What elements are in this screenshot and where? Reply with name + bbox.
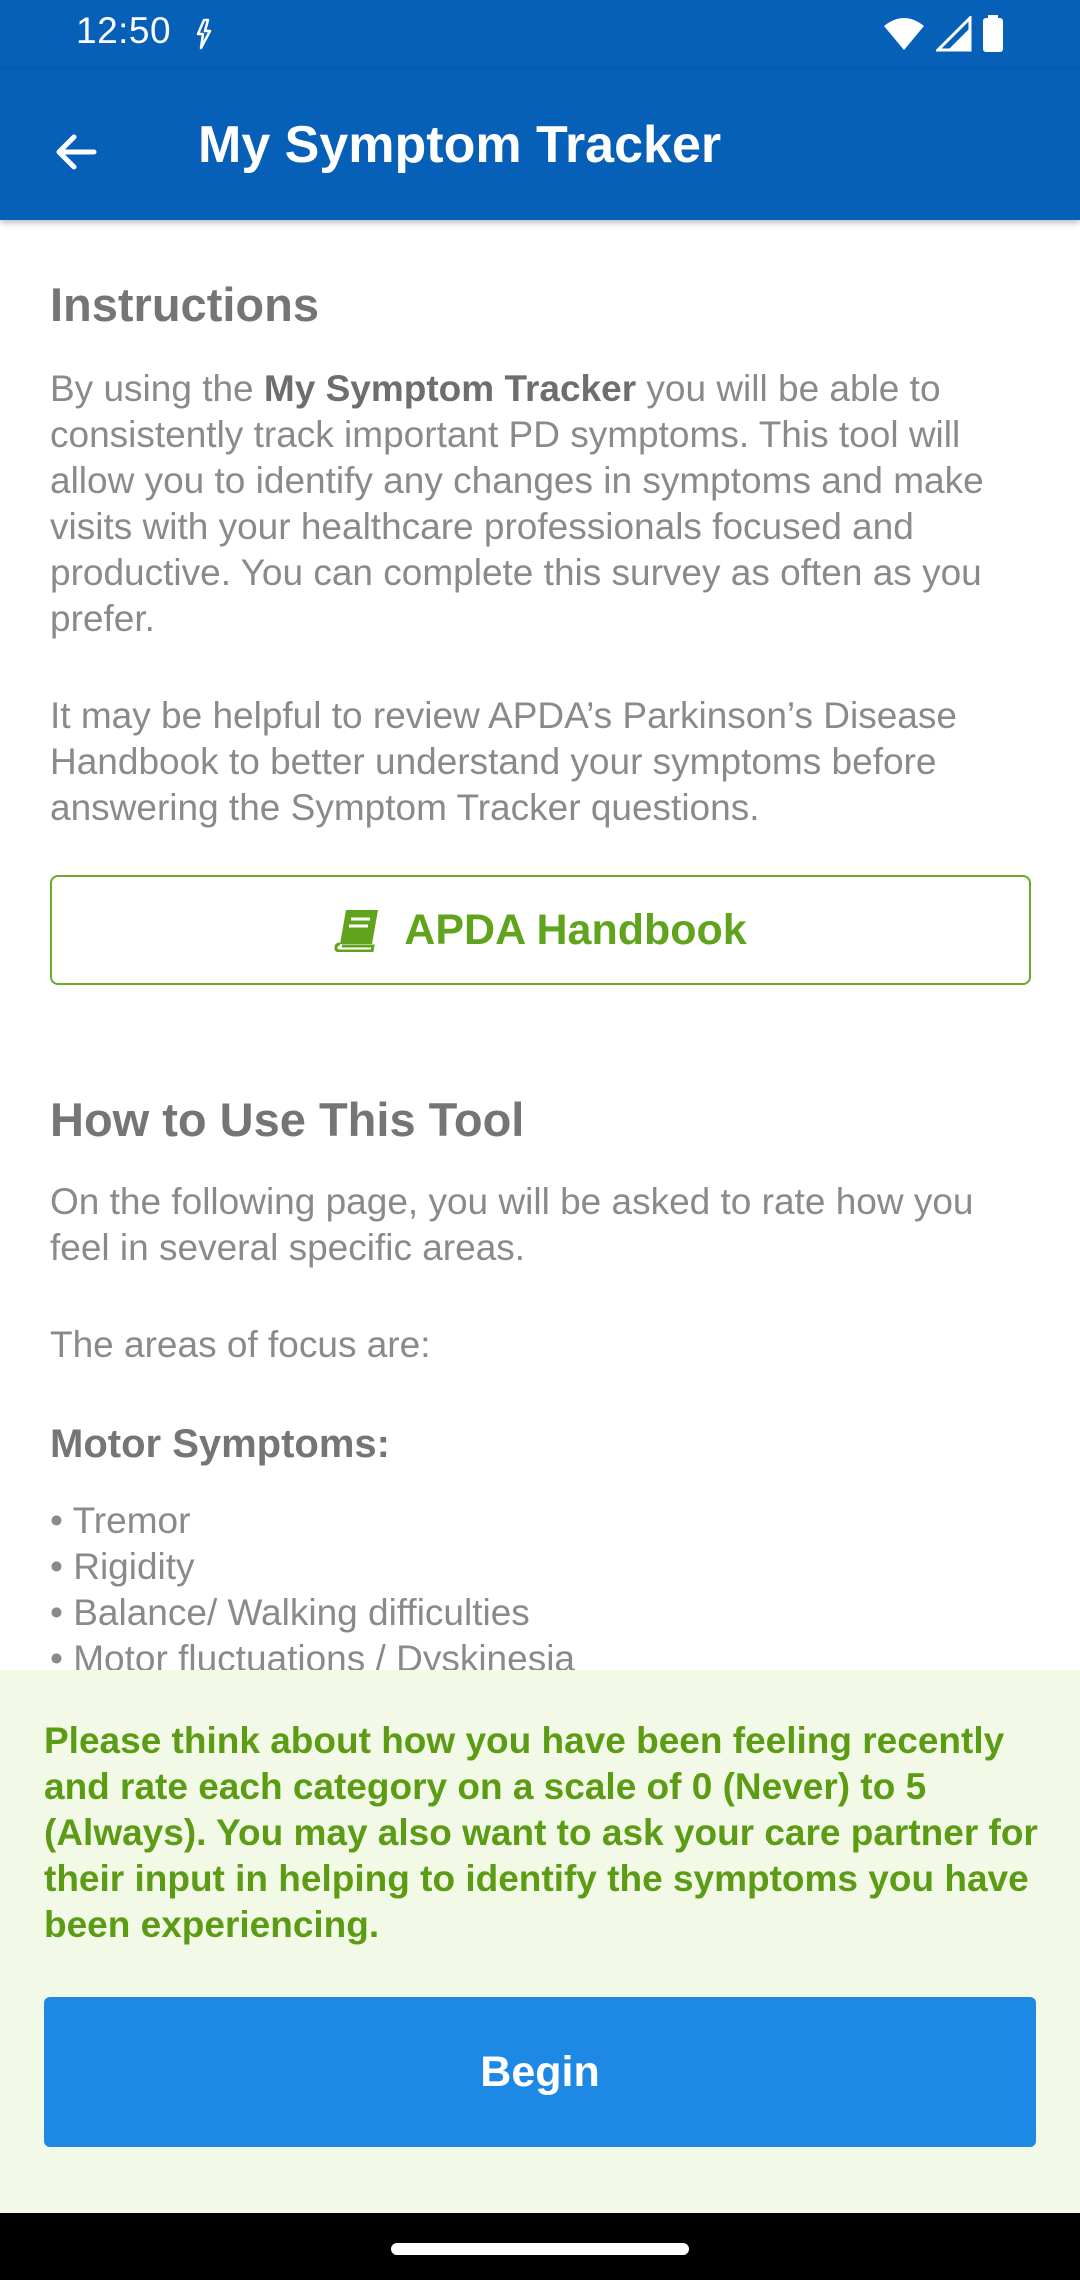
instructions-heading: Instructions: [50, 278, 319, 331]
back-button[interactable]: [36, 112, 116, 192]
status-time: 12:50: [76, 10, 172, 51]
navigation-bar: [0, 2213, 1080, 2280]
signal-icon: [936, 16, 972, 52]
handbook-hint-paragraph: It may be helpful to review APDA’s Parki…: [50, 695, 957, 828]
app-bar: My Symptom Tracker: [0, 70, 1080, 220]
bottom-panel: Please think about how you have been fee…: [0, 1670, 1080, 2213]
book-icon: [334, 910, 379, 952]
how-to-heading: How to Use This Tool: [50, 1093, 525, 1146]
instructions-paragraph: By using the My Symptom Tracker you will…: [50, 366, 1040, 642]
areas-of-focus-text: The areas of focus are:: [50, 1324, 431, 1365]
data-saver-icon: [196, 18, 212, 50]
status-icons: [882, 14, 1004, 54]
page-title: My Symptom Tracker: [198, 116, 722, 174]
begin-button[interactable]: Begin: [44, 1997, 1036, 2147]
list-item: • Balance/ Walking difficulties: [50, 1592, 530, 1633]
rating-prompt: Please think about how you have been fee…: [44, 1720, 1038, 1945]
battery-icon: [983, 15, 1003, 52]
status-bar: 12:50: [0, 0, 1080, 70]
how-to-paragraph: On the following page, you will be asked…: [50, 1181, 974, 1268]
home-indicator[interactable]: [391, 2243, 689, 2255]
tracker-name: My Symptom Tracker: [263, 368, 637, 409]
wifi-icon: [884, 18, 924, 50]
motor-symptoms-list: • Tremor • Rigidity • Balance/ Walking d…: [50, 1498, 1040, 1682]
apda-handbook-label: APDA Handbook: [404, 905, 747, 954]
instructions-text-start: By using the: [50, 368, 264, 409]
apda-handbook-button[interactable]: APDA Handbook: [50, 875, 1031, 985]
motor-symptoms-heading: Motor Symptoms:: [50, 1422, 390, 1466]
list-item: • Rigidity: [50, 1546, 195, 1587]
arrow-left-icon: [56, 134, 97, 170]
list-item: • Tremor: [50, 1500, 191, 1541]
